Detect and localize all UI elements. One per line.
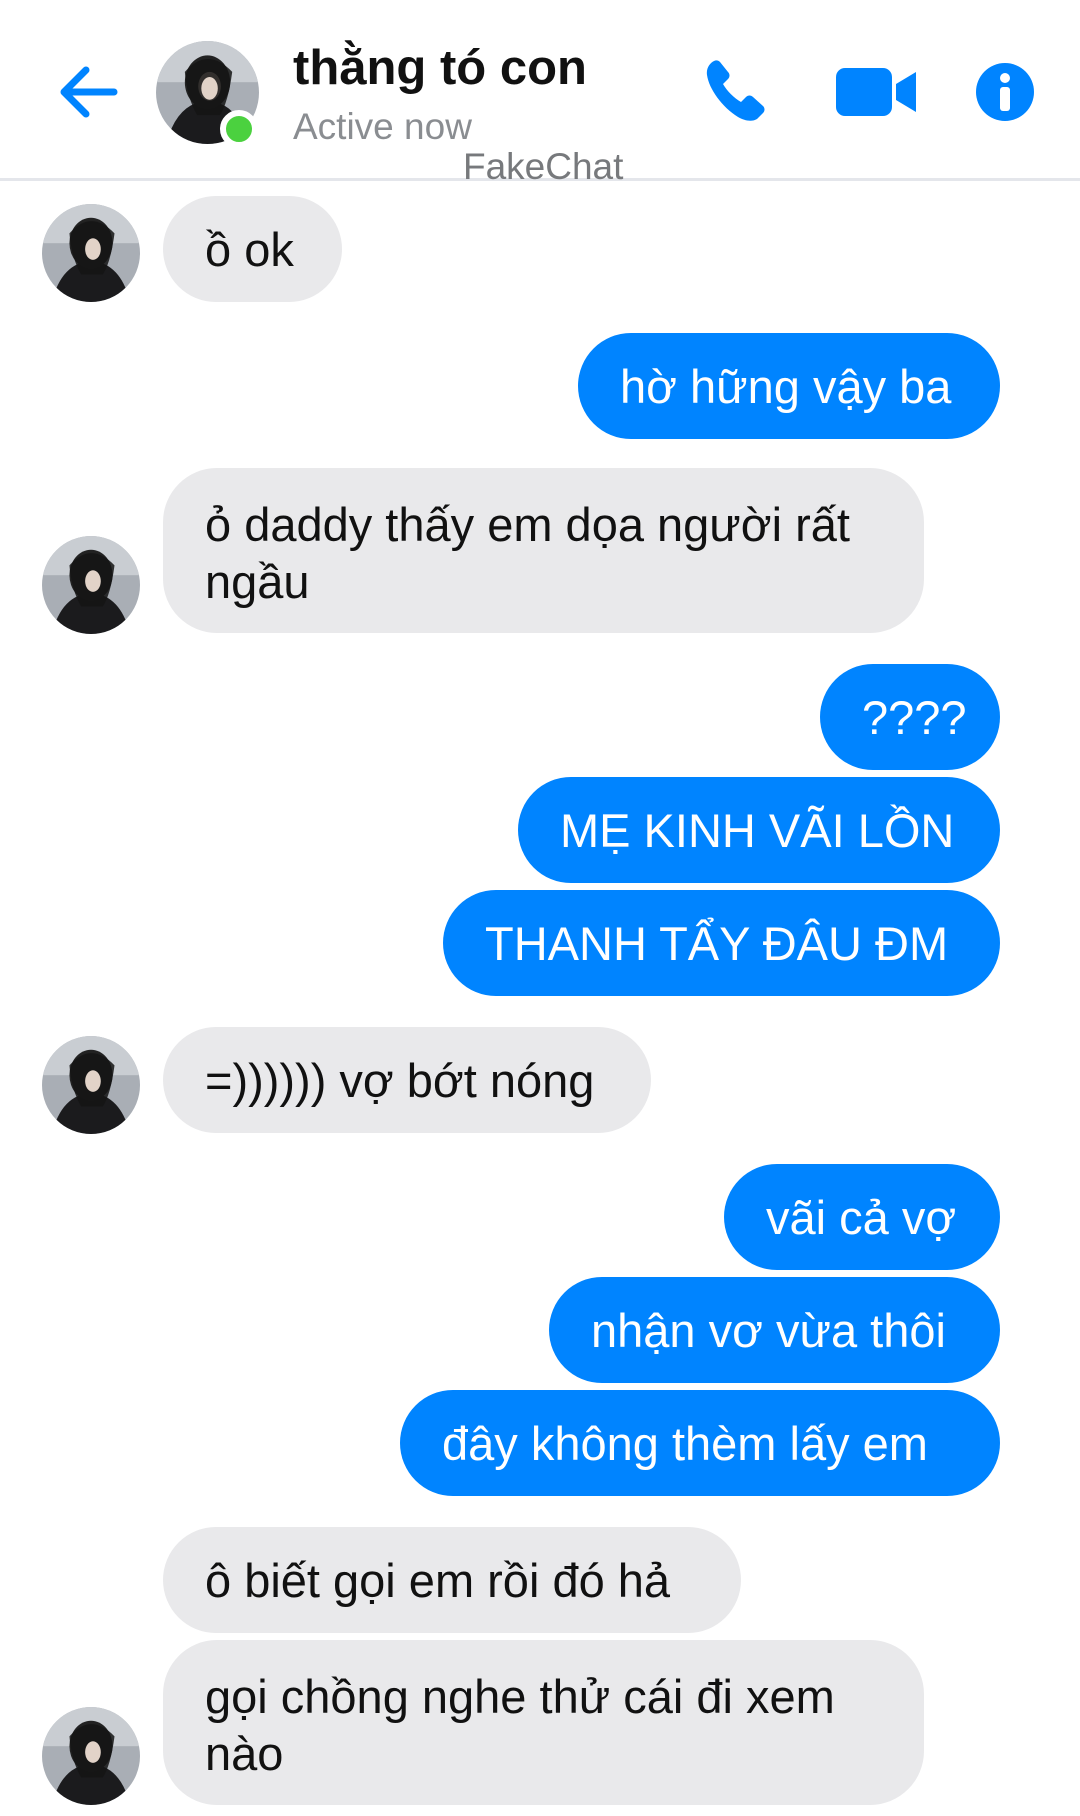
incoming-message[interactable]: ỏ daddy thấy em dọa người rất ngầu <box>163 468 924 633</box>
contact-name[interactable]: thằng tó con <box>293 40 587 96</box>
phone-icon[interactable] <box>700 55 772 127</box>
info-icon[interactable] <box>975 62 1035 122</box>
contact-avatar-small[interactable] <box>42 1036 140 1134</box>
incoming-message[interactable]: =)))))) vợ bớt nóng <box>163 1027 651 1133</box>
outgoing-message[interactable]: THANH TẨY ĐÂU ĐM <box>443 890 1000 996</box>
watermark-text: FakeChat <box>463 146 624 187</box>
contact-avatar-small[interactable] <box>42 1707 140 1805</box>
video-camera-icon[interactable] <box>834 62 918 122</box>
outgoing-message[interactable]: vãi cả vợ <box>724 1164 1000 1270</box>
incoming-message[interactable]: ô biết gọi em rồi đó hả <box>163 1527 741 1633</box>
outgoing-message[interactable]: nhận vơ vừa thôi <box>549 1277 1000 1383</box>
contact-avatar-small[interactable] <box>42 204 140 302</box>
active-status-dot <box>220 110 258 148</box>
outgoing-message[interactable]: ???? <box>820 664 1000 770</box>
outgoing-message[interactable]: đây không thèm lấy em <box>400 1390 1000 1496</box>
arrow-left-icon[interactable] <box>48 52 128 132</box>
chat-header: thằng tó con Active now FakeChat <box>0 0 1080 187</box>
outgoing-message[interactable]: hờ hững vậy ba <box>578 333 1000 439</box>
incoming-message[interactable]: ồ ok <box>163 196 342 302</box>
outgoing-message[interactable]: MẸ KINH VÃI LỒN <box>518 777 1000 883</box>
incoming-message[interactable]: gọi chồng nghe thử cái đi xem nào <box>163 1640 924 1805</box>
active-status-text: Active now <box>293 106 472 147</box>
contact-avatar-small[interactable] <box>42 536 140 634</box>
